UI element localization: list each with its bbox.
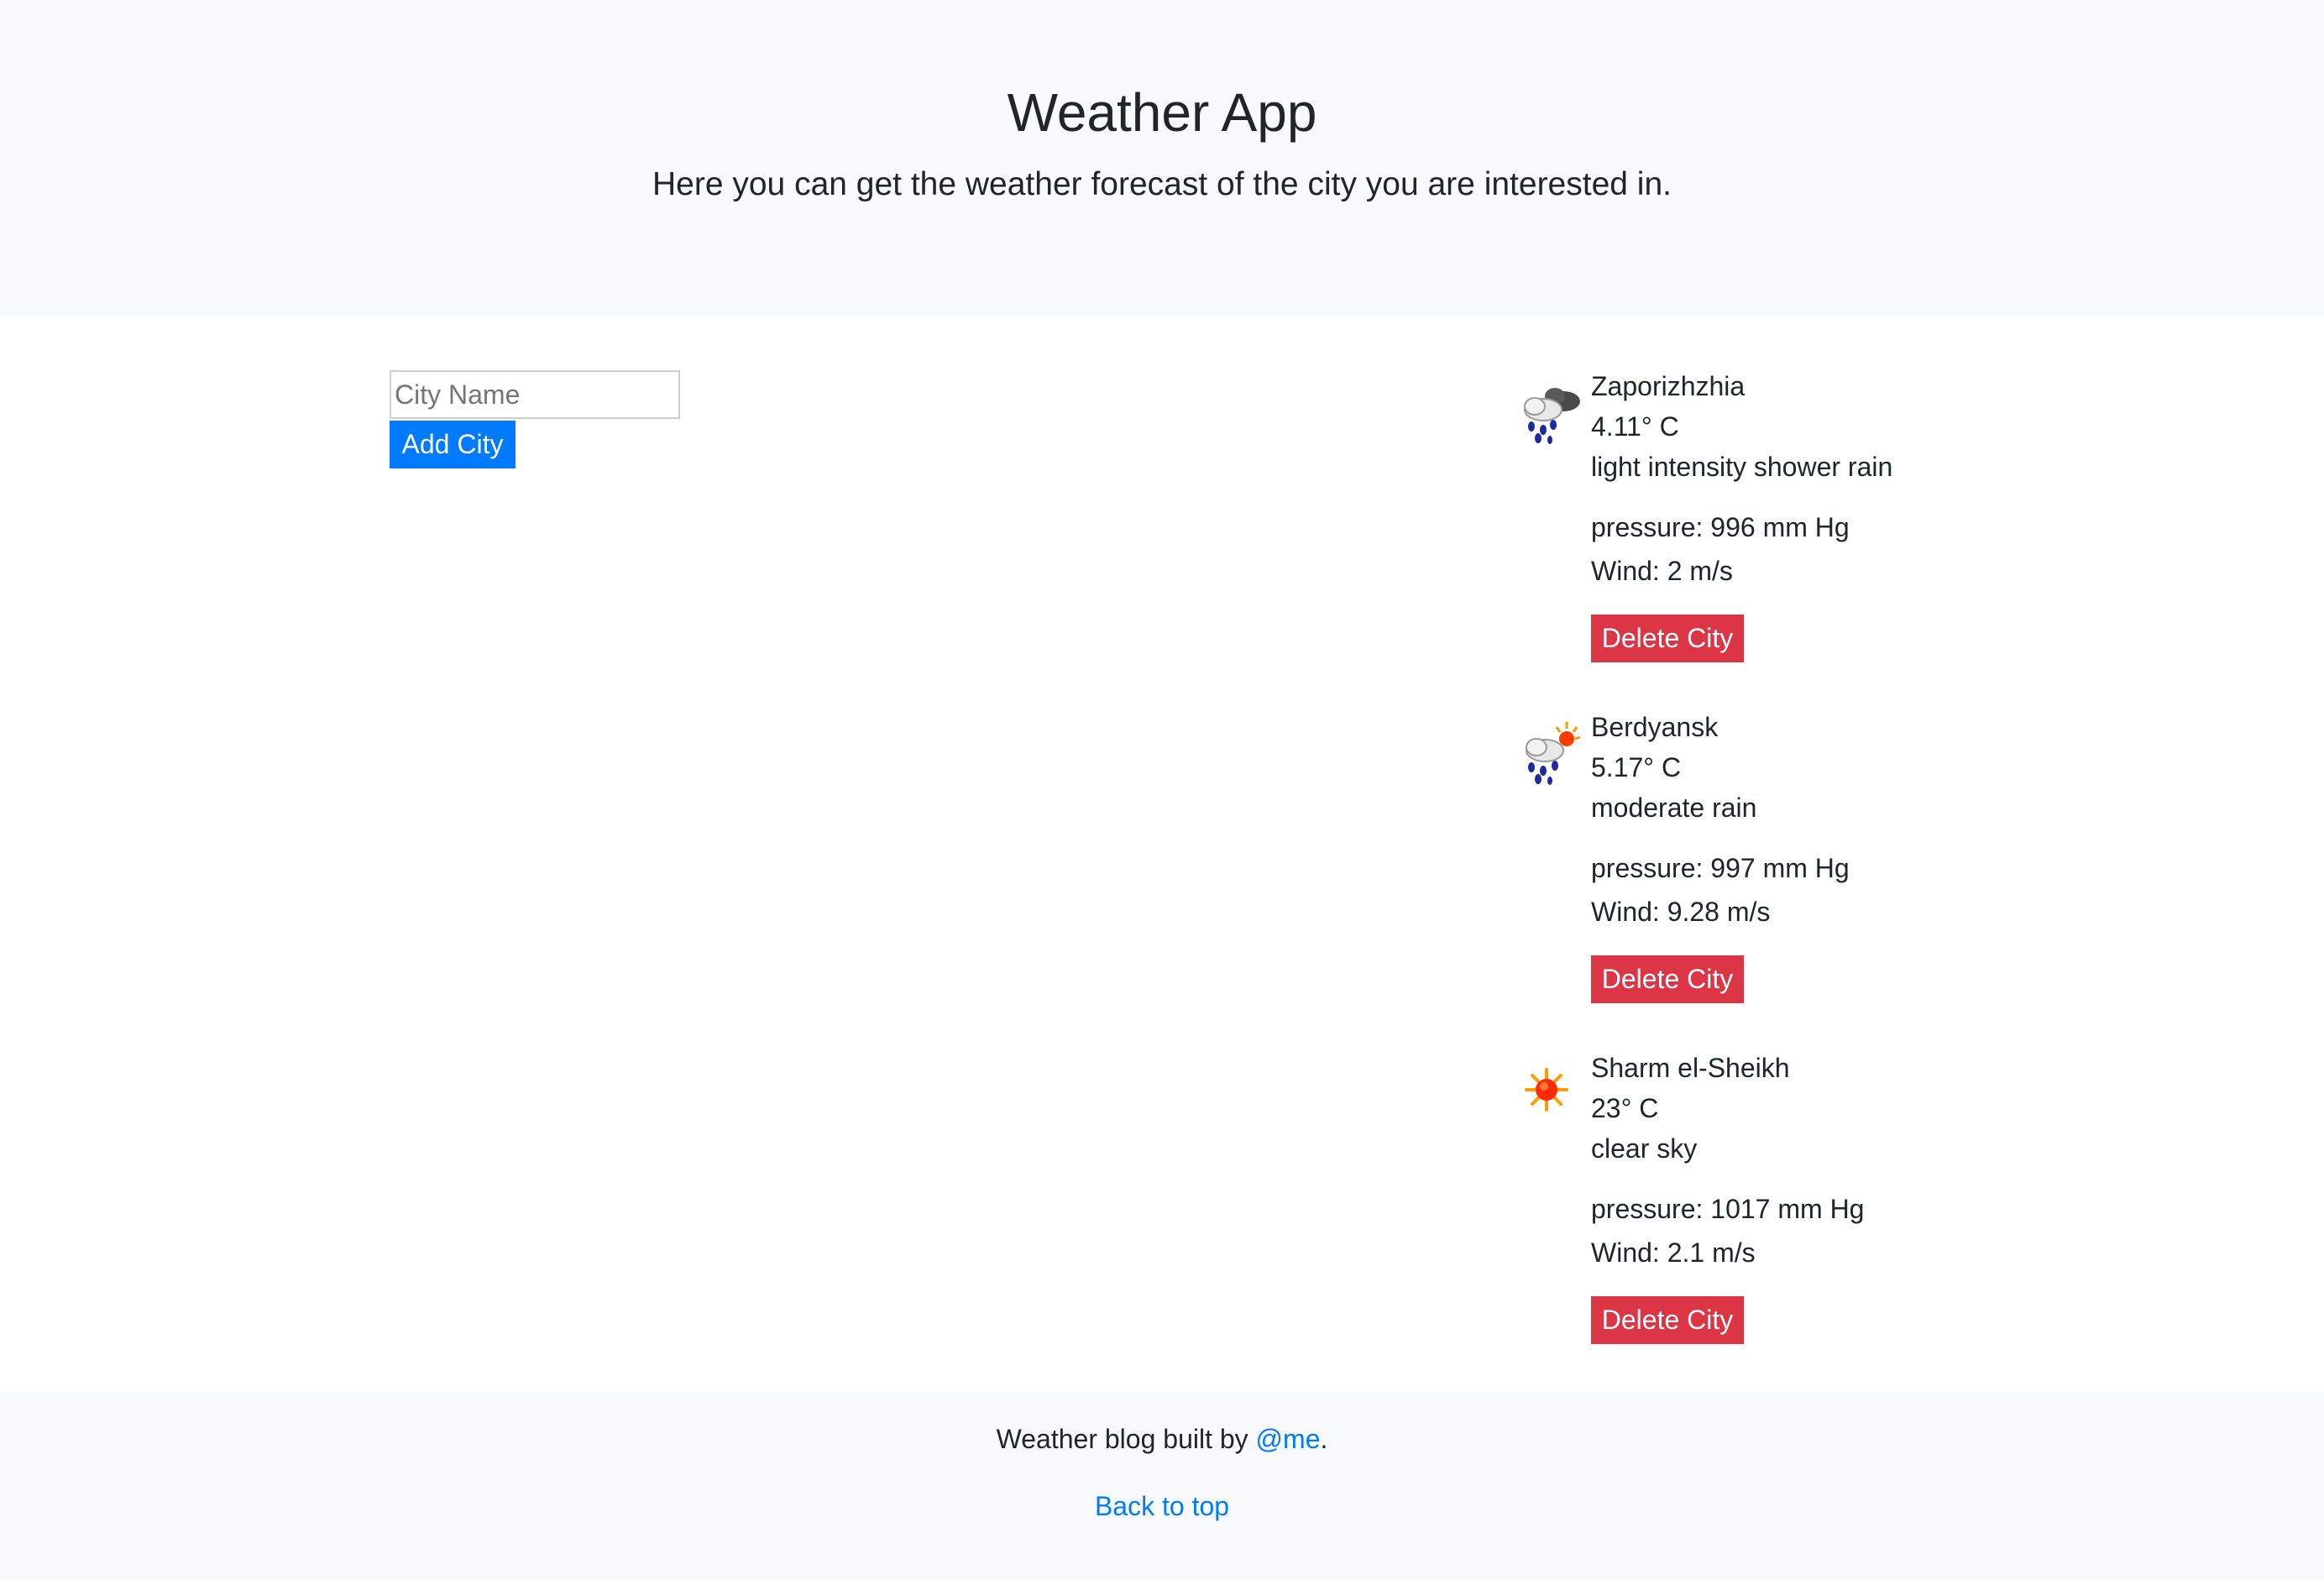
page-title: Weather App [1007, 82, 1317, 143]
back-to-top-wrapper: Back to top [0, 1486, 2324, 1526]
city-info: Berdyansk 5.17° C moderate rain pressure… [1591, 707, 1850, 1003]
city-card: Zaporizhzhia 4.11° C light intensity sho… [1511, 366, 2015, 685]
sun-icon [1515, 1058, 1587, 1130]
delete-city-button[interactable]: Delete City [1591, 955, 1744, 1003]
add-city-button[interactable]: Add City [390, 421, 516, 468]
footer-credit-suffix: . [1320, 1424, 1328, 1454]
shower-rain-icon [1515, 376, 1587, 448]
author-link[interactable]: @me [1256, 1424, 1321, 1454]
footer: Weather blog built by @me. Back to top [0, 1392, 2324, 1580]
city-description: moderate rain [1591, 793, 1757, 823]
city-name: Berdyansk [1591, 712, 1719, 742]
city-pressure: pressure: 1017 mm Hg [1591, 1194, 1865, 1224]
footer-credit-text: Weather blog built by [996, 1424, 1256, 1454]
city-wind: Wind: 2.1 m/s [1591, 1237, 1756, 1268]
city-info: Sharm el-Sheikh 23° C clear sky pressure… [1591, 1048, 1864, 1344]
city-name: Zaporizhzhia [1591, 371, 1746, 401]
city-wind: Wind: 2 m/s [1591, 556, 1733, 586]
page-subtitle: Here you can get the weather forecast of… [652, 166, 1672, 202]
delete-city-button[interactable]: Delete City [1591, 1296, 1744, 1344]
header-section: Weather App Here you can get the weather… [0, 0, 2324, 316]
city-card: Sharm el-Sheikh 23° C clear sky pressure… [1511, 1048, 2015, 1367]
city-pressure: pressure: 997 mm Hg [1591, 853, 1850, 883]
city-pressure: pressure: 996 mm Hg [1591, 512, 1850, 542]
delete-city-button[interactable]: Delete City [1591, 615, 1744, 662]
city-description: clear sky [1591, 1133, 1698, 1164]
city-temperature: 4.11° C [1591, 411, 1679, 442]
city-name: Sharm el-Sheikh [1591, 1053, 1790, 1083]
city-description: light intensity shower rain [1591, 452, 1893, 482]
city-info: Zaporizhzhia 4.11° C light intensity sho… [1591, 366, 1892, 662]
city-temperature: 5.17° C [1591, 752, 1682, 782]
city-temperature: 23° C [1591, 1093, 1659, 1123]
footer-credit: Weather blog built by @me. [0, 1419, 2324, 1459]
add-city-form: Add City [390, 370, 680, 468]
city-card: Berdyansk 5.17° C moderate rain pressure… [1511, 707, 2015, 1026]
city-wind: Wind: 9.28 m/s [1591, 897, 1771, 927]
back-to-top-link[interactable]: Back to top [1095, 1491, 1229, 1521]
rain-sun-icon [1515, 717, 1587, 789]
city-name-input[interactable] [390, 370, 680, 419]
